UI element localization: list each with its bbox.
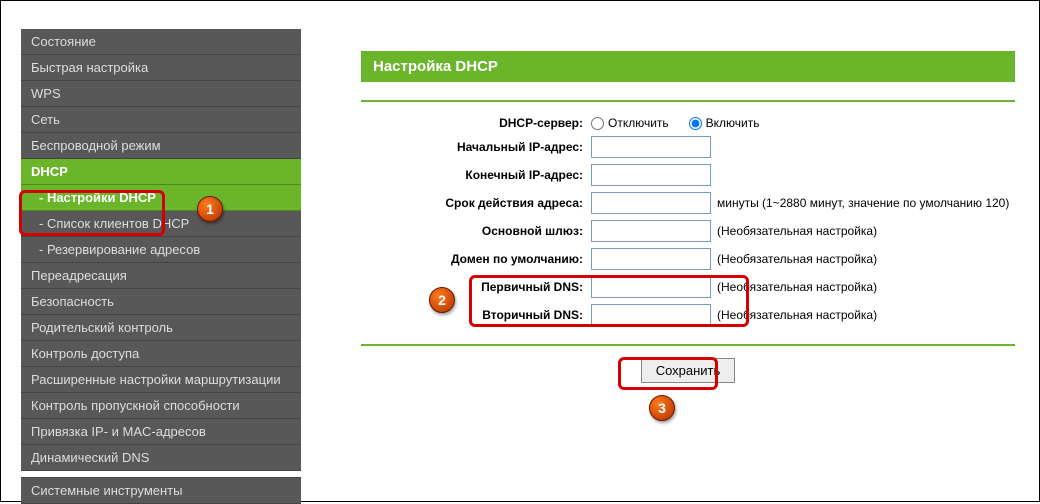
sidebar-item-access-control[interactable]: Контроль доступа [21,341,301,367]
app-frame: Состояние Быстрая настройка WPS Сеть Бес… [0,0,1040,502]
sidebar-item-parental[interactable]: Родительский контроль [21,315,301,341]
sidebar-item-wps[interactable]: WPS [21,81,301,107]
row-dns1: Первичный DNS: (Необязательная настройка… [361,276,1015,298]
divider-bottom [361,344,1015,346]
hint-lease: минуты (1~2880 минут, значение по умолча… [717,196,1009,210]
sidebar-item-status[interactable]: Состояние [21,29,301,55]
input-dns1[interactable] [591,276,711,298]
sidebar-item-dhcp-clients[interactable]: - Список клиентов DHCP [21,211,301,237]
content-pane: Настройка DHCP DHCP-сервер: Отключить Вк… [301,29,1027,489]
input-dns2[interactable] [591,304,711,326]
label-lease: Срок действия адреса: [361,196,591,210]
sidebar: Состояние Быстрая настройка WPS Сеть Бес… [21,29,301,489]
radio-enable-option[interactable]: Включить [689,116,760,130]
row-lease: Срок действия адреса: минуты (1~2880 мин… [361,192,1015,214]
sidebar-item-forwarding[interactable]: Переадресация [21,263,301,289]
input-start-ip[interactable] [591,136,711,158]
label-domain: Домен по умолчанию: [361,252,591,266]
divider-top [361,100,1015,102]
sidebar-item-security[interactable]: Безопасность [21,289,301,315]
sidebar-item-dhcp-settings[interactable]: - Настройки DHCP [21,185,301,211]
label-dns1: Первичный DNS: [361,280,591,294]
save-button[interactable]: Сохранить [641,358,736,383]
label-dhcp-server: DHCP-сервер: [361,116,591,130]
radio-enable[interactable] [689,117,702,130]
label-dns2: Вторичный DNS: [361,308,591,322]
hint-dns1: (Необязательная настройка) [717,280,877,294]
sidebar-item-ddns[interactable]: Динамический DNS [21,445,301,471]
row-domain: Домен по умолчанию: (Необязательная наст… [361,248,1015,270]
label-end-ip: Конечный IP-адрес: [361,168,591,182]
layout: Состояние Быстрая настройка WPS Сеть Бес… [21,29,1027,489]
radio-disable-label: Отключить [608,116,669,130]
button-row: Сохранить [361,358,1015,383]
input-gateway[interactable] [591,220,711,242]
sidebar-item-routing[interactable]: Расширенные настройки маршрутизации [21,367,301,393]
radio-disable-option[interactable]: Отключить [591,116,669,130]
radio-disable[interactable] [591,117,604,130]
row-dns2: Вторичный DNS: (Необязательная настройка… [361,304,1015,326]
sidebar-item-system-tools[interactable]: Системные инструменты [21,478,301,504]
sidebar-item-quick-setup[interactable]: Быстрая настройка [21,55,301,81]
row-start-ip: Начальный IP-адрес: [361,136,1015,158]
page-title: Настройка DHCP [361,51,1015,82]
hint-dns2: (Необязательная настройка) [717,308,877,322]
row-dhcp-server: DHCP-сервер: Отключить Включить [361,116,1015,130]
row-gateway: Основной шлюз: (Необязательная настройка… [361,220,1015,242]
label-gateway: Основной шлюз: [361,224,591,238]
row-end-ip: Конечный IP-адрес: [361,164,1015,186]
radio-enable-label: Включить [706,116,760,130]
input-domain[interactable] [591,248,711,270]
sidebar-item-address-reservation[interactable]: - Резервирование адресов [21,237,301,263]
input-lease[interactable] [591,192,711,214]
label-start-ip: Начальный IP-адрес: [361,140,591,154]
hint-domain: (Необязательная настройка) [717,252,877,266]
sidebar-item-wireless[interactable]: Беспроводной режим [21,133,301,159]
hint-gateway: (Необязательная настройка) [717,224,877,238]
sidebar-item-ip-mac-binding[interactable]: Привязка IP- и MAC-адресов [21,419,301,445]
sidebar-item-dhcp[interactable]: DHCP [21,159,301,185]
sidebar-item-bandwidth[interactable]: Контроль пропускной способности [21,393,301,419]
sidebar-item-network[interactable]: Сеть [21,107,301,133]
input-end-ip[interactable] [591,164,711,186]
